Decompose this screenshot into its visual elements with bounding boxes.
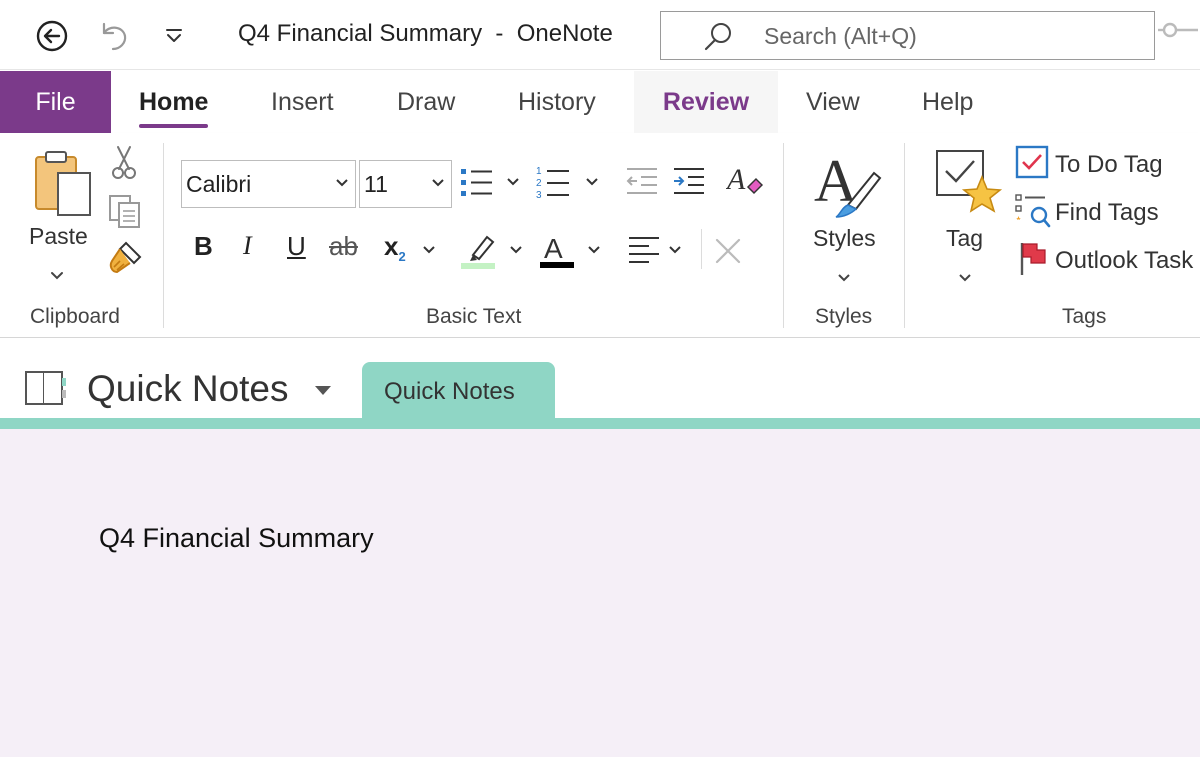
tab-review[interactable]: Review [634,71,778,133]
outlook-task-label: Outlook Task [1055,247,1194,274]
bullets-chevron-icon[interactable] [506,177,520,187]
paste-button[interactable]: Paste [24,145,100,295]
subscript-chevron-icon[interactable] [422,245,436,255]
highlight-chevron-icon[interactable] [509,245,523,255]
svg-text:2: 2 [536,178,542,189]
increase-indent-icon[interactable] [672,165,706,199]
tag-chevron-icon [959,274,971,282]
paste-chevron-icon [51,272,63,280]
font-color-icon[interactable]: A [539,231,575,271]
numbering-chevron-icon[interactable] [585,177,599,187]
tab-help[interactable]: Help [922,71,973,133]
page-title[interactable]: Q4 Financial Summary [99,523,374,554]
group-separator [783,143,784,328]
font-name-chevron-icon [336,179,348,187]
tab-draw[interactable]: Draw [397,71,455,133]
bullets-icon[interactable] [459,165,495,201]
group-separator [163,143,164,328]
notebook-name: Quick Notes [87,368,289,409]
clipboard-group-label: Clipboard [30,305,120,328]
outlook-flag-icon [1020,243,1046,275]
align-chevron-icon[interactable] [668,245,682,255]
undo-icon [102,22,127,51]
font-size-value: 11 [364,171,388,197]
strikethrough-button[interactable]: ab [329,231,358,262]
find-tags-label: Find Tags [1055,199,1159,226]
tag-star-icon [936,150,1003,213]
notebook-chevron-icon [314,386,331,396]
svg-text:A: A [726,163,746,196]
section-tab-quick-notes[interactable]: Quick Notes [362,362,555,420]
title-bar: Q4 Financial Summary - OneNote Search (A… [0,0,1200,70]
italic-button[interactable]: I [243,231,252,261]
outlook-task-button[interactable]: Outlook Task [1015,241,1200,281]
decrease-indent-icon[interactable] [625,165,659,199]
styles-button[interactable]: A Styles [806,147,886,297]
delete-x-icon[interactable] [713,236,743,266]
font-name-value: Calibri [186,171,252,197]
numbering-icon[interactable]: 1 2 3 [535,163,573,203]
styles-icon: A [814,149,882,218]
back-arrow-icon [36,20,68,52]
group-separator [904,143,905,328]
copilot-decoration-icon [1158,22,1198,38]
tab-insert[interactable]: Insert [271,71,334,133]
notebook-bar: Quick Notes [0,338,1200,418]
page-canvas[interactable]: Q4 Financial Summary [0,429,1200,757]
tag-button[interactable]: Tag [930,147,1006,297]
subscript-button[interactable]: x2 [384,231,406,264]
section-tab-label: Quick Notes [384,378,515,405]
format-painter-icon[interactable] [106,239,144,277]
tab-history[interactable]: History [518,71,596,133]
tab-home[interactable]: Home [139,71,209,133]
search-box[interactable]: Search (Alt+Q) [660,11,1155,60]
back-button[interactable] [30,14,74,58]
format-separator [701,229,702,269]
ribbon-home: Paste Clipboard Calibri 11 1 2 3 A B I U… [0,133,1200,338]
svg-text:3: 3 [536,190,542,201]
tag-label: Tag [946,225,984,251]
todo-checkbox-icon [1015,145,1049,179]
paste-clipboard-icon [35,151,91,216]
search-placeholder: Search (Alt+Q) [764,23,917,49]
font-size-combo[interactable]: 11 [359,160,452,208]
underline-button[interactable]: U [287,231,306,262]
font-color-chevron-icon[interactable] [587,245,601,255]
search-icon [704,23,731,51]
clear-formatting-icon[interactable]: A [726,161,764,201]
window-title: Q4 Financial Summary - OneNote [238,20,613,47]
find-tags-button[interactable]: Find Tags [1015,193,1200,233]
find-tags-icon [1015,194,1051,228]
todo-tag-label: To Do Tag [1055,151,1163,178]
paragraph-align-icon[interactable] [627,233,661,267]
ribbon-tabs: File Home Insert Draw History Review Vie… [0,71,1200,133]
cut-scissors-icon[interactable] [110,145,138,181]
section-color-strip [0,418,1200,429]
tab-home-label: Home [139,87,209,116]
quick-access-dropdown[interactable] [152,14,196,58]
styles-group-label: Styles [815,305,873,328]
tab-file[interactable]: File [0,71,111,133]
customize-dropdown-icon [166,29,182,42]
tab-view[interactable]: View [806,71,860,133]
bold-button[interactable]: B [194,231,213,262]
tags-group-label: Tags [1062,305,1107,328]
basic-text-group-label: Basic Text [426,305,522,328]
svg-text:1: 1 [536,166,542,177]
undo-button[interactable] [92,14,136,58]
svg-text:A: A [544,233,563,264]
notebook-name-dropdown[interactable]: Quick Notes [87,368,333,410]
copy-icon[interactable] [107,193,143,229]
notebook-icon[interactable] [22,368,70,408]
font-size-chevron-icon [432,179,444,187]
styles-label: Styles [813,225,876,251]
todo-tag-button[interactable]: To Do Tag [1015,145,1200,185]
paste-label: Paste [29,223,88,249]
font-name-combo[interactable]: Calibri [181,160,356,208]
styles-chevron-icon [838,274,850,282]
highlighter-icon[interactable] [461,231,499,271]
active-tab-underline [139,124,209,128]
